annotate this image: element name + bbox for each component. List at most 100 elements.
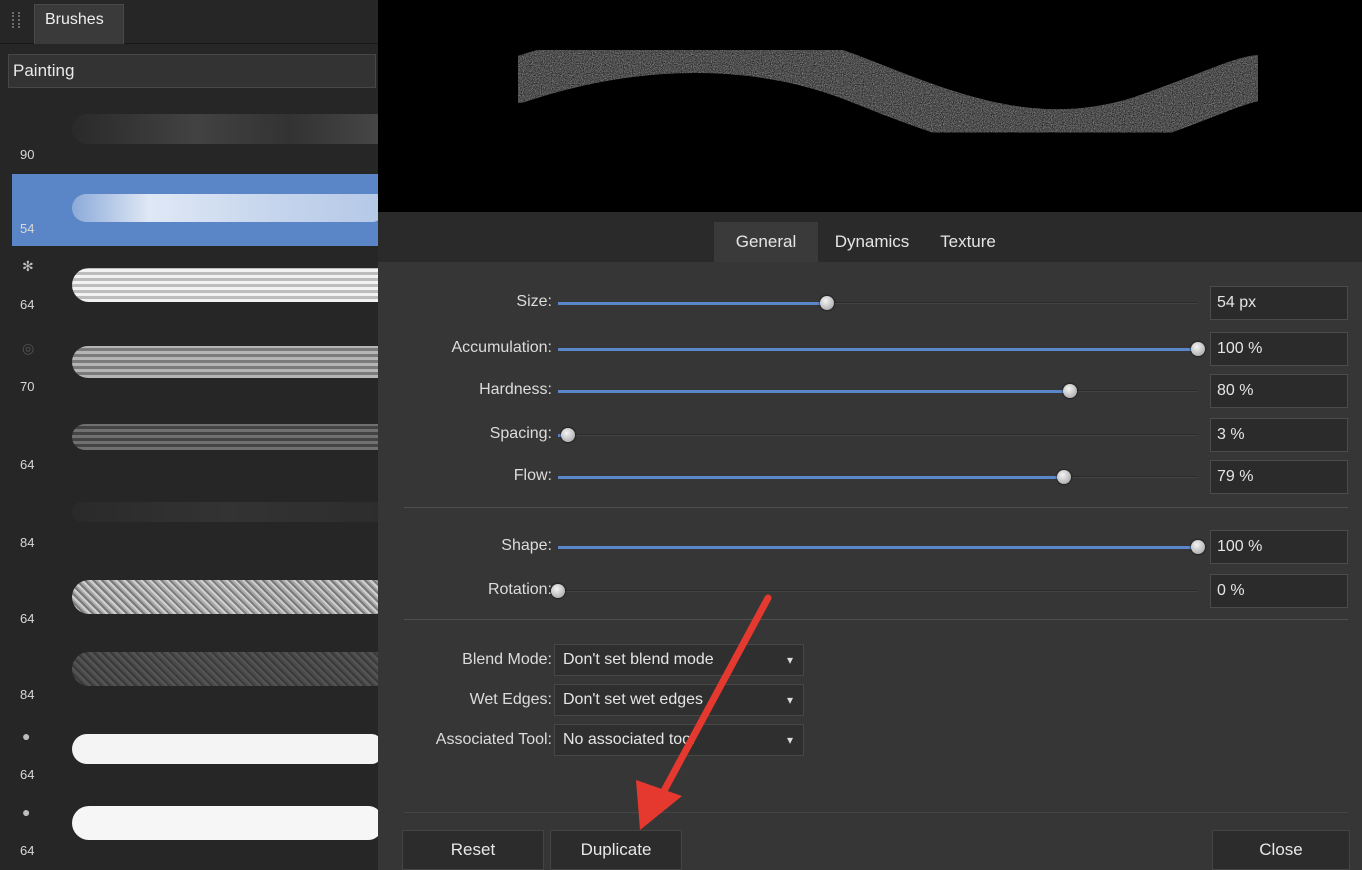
blend-mode-value: Don't set blend mode — [563, 651, 714, 668]
brushes-panel: Brushes Painting 90 54 ✻ 64 ◎ 70 64 84 6… — [0, 0, 382, 870]
panel-tab-bar: Brushes — [0, 0, 378, 44]
brush-stroke-preview — [72, 734, 382, 764]
chevron-down-icon: ▾ — [786, 733, 793, 747]
brush-item[interactable]: 64 — [12, 564, 382, 636]
accumulation-slider[interactable] — [558, 342, 1205, 356]
blend-mode-label: Blend Mode: — [462, 651, 552, 668]
shape-value-field[interactable]: 100 % — [1210, 530, 1348, 564]
associated-tool-label: Associated Tool: — [435, 731, 552, 748]
brush-list: 90 54 ✻ 64 ◎ 70 64 84 64 84 ● 64 ● 64 — [12, 100, 382, 870]
size-slider[interactable] — [558, 296, 1198, 310]
brush-tip-icon: ● — [22, 728, 31, 744]
shape-slider[interactable] — [558, 540, 1205, 554]
brush-settings-dialog: General Dynamics Texture Size: 54 px Acc… — [378, 212, 1362, 870]
brush-item[interactable]: 64 — [12, 410, 382, 482]
brush-size-label: 90 — [20, 147, 35, 162]
accumulation-value-field[interactable]: 100 % — [1210, 332, 1348, 366]
tab-dynamics[interactable]: Dynamics — [820, 222, 924, 262]
wet-edges-label: Wet Edges: — [469, 691, 552, 708]
close-button[interactable]: Close — [1212, 830, 1350, 870]
slider-fill — [558, 302, 827, 305]
brush-size-label: 54 — [20, 221, 35, 236]
brush-item[interactable]: 90 — [12, 100, 382, 172]
brush-item[interactable]: 84 — [12, 488, 382, 560]
accumulation-label: Accumulation: — [451, 339, 553, 356]
brush-stroke-preview — [72, 580, 382, 614]
brush-stroke-preview — [72, 424, 382, 450]
size-row: Size: 54 px — [378, 286, 1362, 320]
general-settings: Size: 54 px Accumulation: 100 % Hardness… — [378, 262, 1362, 870]
panel-grip-handle[interactable] — [12, 12, 20, 28]
shape-label: Shape: — [501, 537, 552, 554]
size-value-field[interactable]: 54 px — [1210, 286, 1348, 320]
blend-mode-row: Blend Mode: Don't set blend mode ▾ — [378, 644, 1362, 676]
slider-knob[interactable] — [551, 584, 565, 598]
blend-mode-dropdown[interactable]: Don't set blend mode ▾ — [554, 644, 804, 676]
flow-row: Flow: 79 % — [378, 460, 1362, 494]
slider-knob[interactable] — [1063, 384, 1077, 398]
brush-size-label: 84 — [20, 687, 35, 702]
wet-edges-dropdown[interactable]: Don't set wet edges ▾ — [554, 684, 804, 716]
brush-stroke-preview — [72, 194, 382, 222]
associated-tool-dropdown[interactable]: No associated tool ▾ — [554, 724, 804, 756]
rotation-value-field[interactable]: 0 % — [1210, 574, 1348, 608]
hardness-label: Hardness: — [479, 381, 552, 398]
slider-knob[interactable] — [1056, 470, 1071, 484]
slider-knob[interactable] — [1191, 342, 1205, 356]
preview-stroke-graphic — [495, 27, 1281, 156]
brush-item[interactable]: ✻ 64 — [12, 250, 382, 322]
brush-size-label: 64 — [20, 457, 35, 472]
brush-item[interactable]: ● 64 — [12, 720, 382, 792]
rotation-slider[interactable] — [551, 584, 1198, 598]
reset-button[interactable]: Reset — [402, 830, 544, 870]
spacing-slider[interactable] — [558, 428, 1198, 442]
hardness-row: Hardness: 80 % — [378, 374, 1362, 408]
brush-size-label: 64 — [20, 611, 35, 626]
brush-stroke-preview — [72, 114, 382, 144]
duplicate-button[interactable]: Duplicate — [550, 830, 682, 870]
rotation-row: Rotation: 0 % — [378, 574, 1362, 608]
brush-size-label: 64 — [20, 297, 35, 312]
flow-slider[interactable] — [558, 470, 1198, 484]
brush-tip-icon: ✻ — [22, 258, 34, 274]
brush-tip-icon: ● — [22, 804, 31, 820]
tab-general[interactable]: General — [714, 222, 818, 262]
brush-item-selected[interactable]: 54 — [12, 174, 382, 246]
chevron-down-icon: ▾ — [786, 653, 793, 667]
associated-tool-row: Associated Tool: No associated tool ▾ — [378, 724, 1362, 756]
section-divider — [404, 507, 1348, 508]
wet-edges-value: Don't set wet edges — [563, 691, 704, 708]
tab-texture[interactable]: Texture — [926, 222, 1010, 262]
brush-item[interactable]: ● 64 — [12, 796, 382, 868]
brush-category-select[interactable]: Painting — [8, 54, 376, 88]
slider-fill — [558, 476, 1064, 479]
brush-item[interactable]: ◎ 70 — [12, 332, 382, 404]
footer-divider — [404, 812, 1348, 813]
brush-size-label: 64 — [20, 843, 35, 858]
brush-stroke-preview — [72, 268, 382, 302]
spacing-value-field[interactable]: 3 % — [1210, 418, 1348, 452]
accumulation-row: Accumulation: 100 % — [378, 332, 1362, 366]
associated-tool-value: No associated tool — [563, 731, 695, 748]
section-divider — [404, 619, 1348, 620]
slider-knob[interactable] — [1191, 540, 1205, 554]
brush-item[interactable]: 84 — [12, 640, 382, 712]
brush-size-label: 70 — [20, 379, 35, 394]
rotation-label: Rotation: — [487, 581, 552, 598]
brush-stroke-preview — [72, 346, 382, 378]
slider-knob[interactable] — [560, 428, 575, 442]
brush-stroke-preview-canvas — [378, 0, 1362, 212]
tab-brushes[interactable]: Brushes — [34, 4, 124, 44]
hardness-value-field[interactable]: 80 % — [1210, 374, 1348, 408]
flow-value-field[interactable]: 79 % — [1210, 460, 1348, 494]
chevron-down-icon: ▾ — [786, 693, 793, 707]
spacing-label: Spacing: — [489, 425, 552, 442]
slider-fill — [558, 390, 1070, 393]
flow-label: Flow: — [513, 467, 552, 484]
slider-knob[interactable] — [819, 296, 834, 310]
slider-fill — [558, 348, 1198, 351]
brush-stroke-preview — [72, 652, 382, 686]
wet-edges-row: Wet Edges: Don't set wet edges ▾ — [378, 684, 1362, 716]
spacing-row: Spacing: 3 % — [378, 418, 1362, 452]
hardness-slider[interactable] — [558, 384, 1198, 398]
